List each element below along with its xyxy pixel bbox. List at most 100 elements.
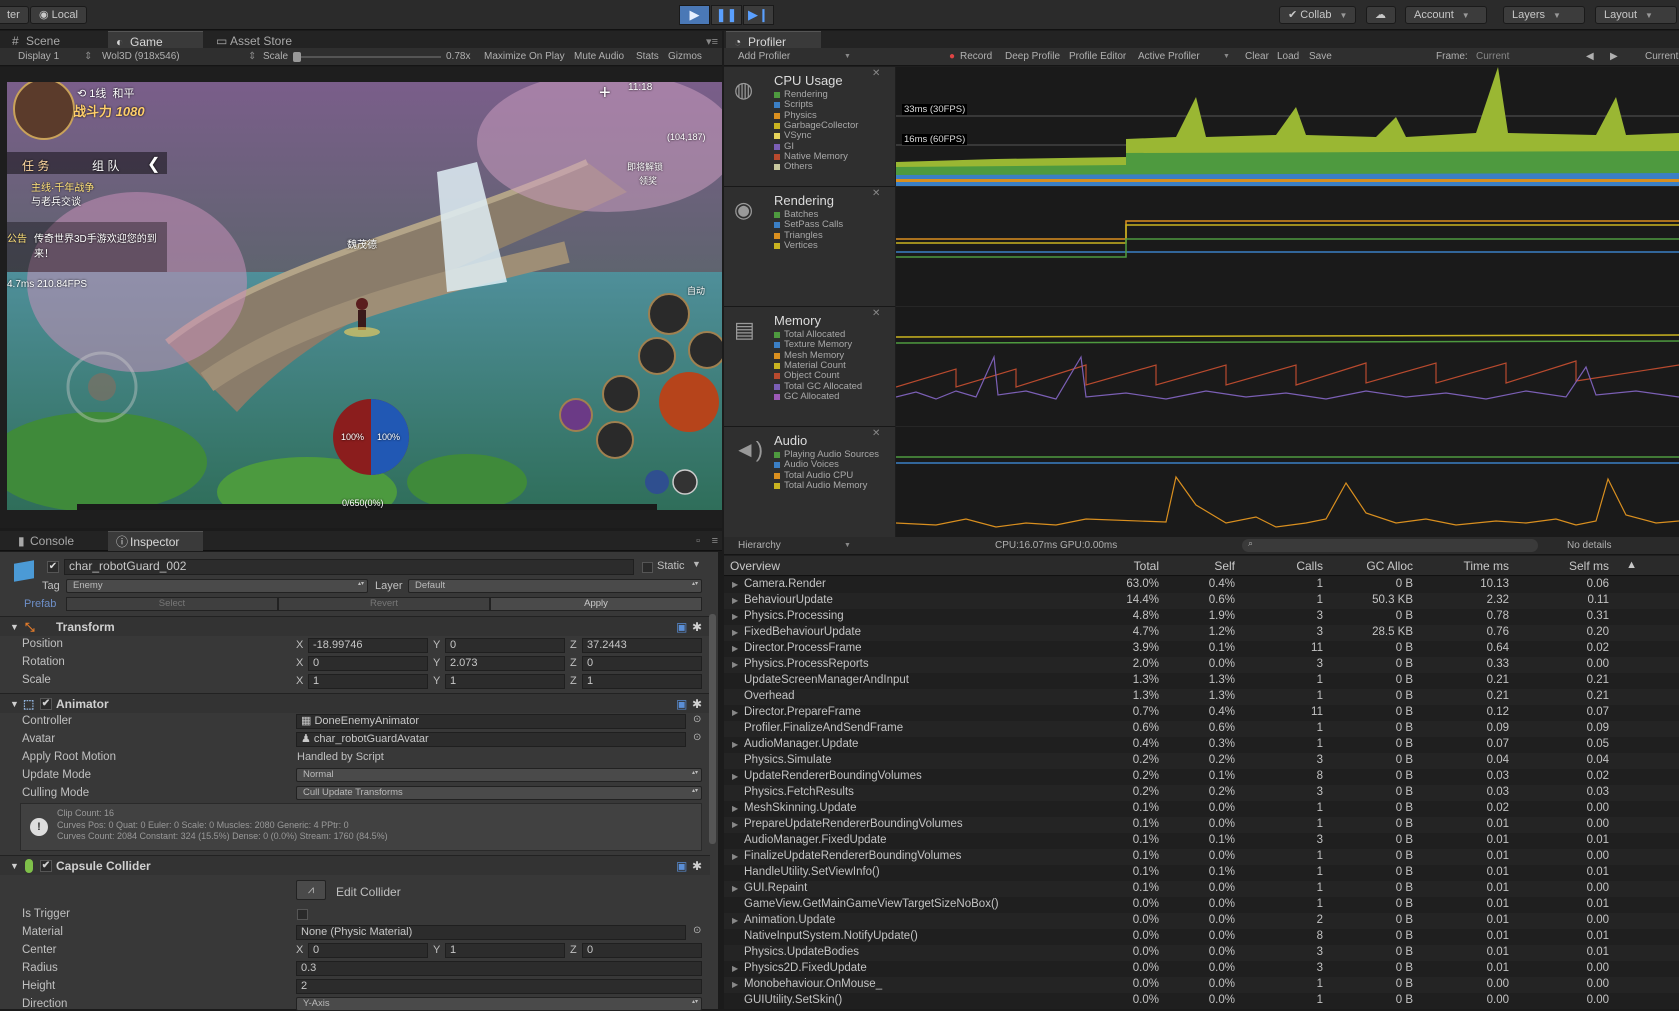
table-row[interactable]: ▶ PrepareUpdateRendererBoundingVolumes 0.1… <box>724 817 1679 833</box>
hierarchy-search-field[interactable]: ⌕ <box>1242 538 1538 552</box>
stats-toggle[interactable]: Stats <box>636 51 659 62</box>
save-button[interactable]: Save <box>1309 51 1332 62</box>
expand-icon[interactable]: ▶ <box>732 820 738 829</box>
position-y-field[interactable]: 0 <box>445 638 565 653</box>
pause-button[interactable]: ❚❚ <box>711 5 742 25</box>
legend-item[interactable]: Total Audio Memory <box>774 480 867 491</box>
lock-icon[interactable]: ▫ <box>696 535 700 547</box>
current-frame-button[interactable]: Current <box>1645 51 1678 62</box>
table-row[interactable]: AudioManager.FixedUpdate 0.1% 0.1% 3 0 B 0.01… <box>724 833 1679 849</box>
table-row[interactable]: ▶ UpdateRendererBoundingVolumes 0.2% 0.1% 8 0… <box>724 769 1679 785</box>
height-field[interactable]: 2 <box>296 979 702 994</box>
collab-button[interactable]: ✔ Collab ▼ <box>1279 6 1357 24</box>
edit-collider-button[interactable]: ⩘ <box>296 880 326 900</box>
controller-field[interactable]: ▦ DoneEnemyAnimator <box>296 714 686 729</box>
scale-slider-handle[interactable] <box>293 52 301 62</box>
is-trigger-checkbox[interactable] <box>297 909 308 920</box>
animator-header[interactable]: ▼ ⬚ ✔ Animator ▣ ✱ <box>0 693 710 713</box>
expand-icon[interactable]: ▶ <box>732 852 738 861</box>
quest-main[interactable]: 主线·千年战争 <box>31 179 94 194</box>
object-picker-icon[interactable]: ⊙ <box>693 714 701 725</box>
table-row[interactable]: ▶ GUI.Repaint 0.1% 0.0% 1 0 B 0.01 0.00 <box>724 881 1679 897</box>
scale-z-field[interactable]: 1 <box>582 674 702 689</box>
rotation-z-field[interactable]: 0 <box>582 656 702 671</box>
table-row[interactable]: GUIUtility.SetSkin() 0.0% 0.0% 1 0 B 0.00 0.00 <box>724 993 1679 1009</box>
expand-icon[interactable]: ▶ <box>732 660 738 669</box>
avatar-field[interactable]: ♟ char_robotGuardAvatar <box>296 732 686 747</box>
next-frame-icon[interactable]: ▶ <box>1610 51 1618 62</box>
col-overview[interactable]: Overview <box>730 559 780 573</box>
step-button[interactable]: ▶❙ <box>743 5 774 25</box>
expand-icon[interactable]: ▶ <box>732 644 738 653</box>
legend-item[interactable]: Others <box>774 161 813 172</box>
expand-icon[interactable]: ▶ <box>732 708 738 717</box>
table-row[interactable]: Physics.UpdateBodies 0.0% 0.0% 3 0 B 0.01 0.01 <box>724 945 1679 961</box>
col-self[interactable]: Self <box>1214 559 1235 573</box>
table-row[interactable]: UpdateScreenManagerAndInput 1.3% 1.3% 1 0 B 0… <box>724 673 1679 689</box>
game-viewport[interactable]: ⟲ 1线 和平 战斗力 1080 11:18 + 任 务 组 队 ❮ 主线·千年… <box>7 82 722 510</box>
profile-editor-toggle[interactable]: Profile Editor <box>1069 51 1126 62</box>
account-button[interactable]: Account ▼ <box>1405 6 1487 24</box>
table-row[interactable]: ▶ Physics.Processing 4.8% 1.9% 3 0 B 0.78 0.31 <box>724 609 1679 625</box>
hierarchy-dropdown[interactable]: Hierarchy <box>738 540 781 551</box>
capsule-collider-header[interactable]: ▼ ✔ Capsule Collider ▣ ✱ <box>0 855 710 875</box>
gear-icon[interactable]: ✱ <box>692 617 702 637</box>
col-self-ms[interactable]: Self ms <box>1569 559 1609 573</box>
quest-tab-team[interactable]: 组 队 <box>92 157 119 174</box>
table-row[interactable]: ▶ MeshSkinning.Update 0.1% 0.0% 1 0 B 0.02 0.00 <box>724 801 1679 817</box>
rendering-graph[interactable] <box>896 187 1679 307</box>
expand-icon[interactable]: ▶ <box>732 980 738 989</box>
apply-button[interactable]: Apply <box>490 597 702 611</box>
details-dropdown[interactable]: No details <box>1567 540 1611 551</box>
table-row[interactable]: NativeInputSystem.NotifyUpdate() 0.0% 0.0%… <box>724 929 1679 945</box>
maximize-on-play-toggle[interactable]: Maximize On Play <box>484 51 565 62</box>
expand-icon[interactable]: ▶ <box>732 964 738 973</box>
help-icon[interactable]: ▣ <box>676 856 687 876</box>
scale-y-field[interactable]: 1 <box>445 674 565 689</box>
gear-icon[interactable]: ✱ <box>692 694 702 714</box>
tab-console[interactable]: ▮ Console <box>8 531 103 551</box>
col-gc-alloc[interactable]: GC Alloc <box>1366 559 1413 573</box>
table-row[interactable]: ▶ Director.PrepareFrame 0.7% 0.4% 11 0 B 0.12 0… <box>724 705 1679 721</box>
table-row[interactable]: ▶ AudioManager.Update 0.4% 0.3% 1 0 B 0.07 0.05 <box>724 737 1679 753</box>
expand-icon[interactable]: ▶ <box>732 884 738 893</box>
help-icon[interactable]: ▣ <box>676 617 687 637</box>
static-dropdown-icon[interactable]: ▼ <box>692 559 701 569</box>
layers-button[interactable]: Layers ▼ <box>1503 6 1585 24</box>
sort-icon[interactable]: ▲ <box>1626 559 1637 571</box>
quest-talk[interactable]: 与老兵交谈 <box>31 193 81 208</box>
rotation-x-field[interactable]: 0 <box>308 656 428 671</box>
table-row[interactable]: Physics.FetchResults 0.2% 0.2% 3 0 B 0.03 0.03 <box>724 785 1679 801</box>
scale-slider[interactable] <box>293 52 441 62</box>
deep-profile-toggle[interactable]: Deep Profile <box>1005 51 1060 62</box>
culling-mode-dropdown[interactable]: Cull Update Transforms <box>296 786 702 800</box>
table-row[interactable]: ▶ Physics2D.FixedUpdate 0.0% 0.0% 3 0 B 0.01 0.… <box>724 961 1679 977</box>
close-icon[interactable]: ✕ <box>872 308 880 319</box>
col-calls[interactable]: Calls <box>1296 559 1323 573</box>
auto-label[interactable]: 自动 <box>687 284 705 297</box>
cloud-button[interactable]: ☁ <box>1366 6 1396 24</box>
mute-audio-toggle[interactable]: Mute Audio <box>574 51 624 62</box>
table-row[interactable]: GameView.GetMainGameViewTargetSizeNoBox(… <box>724 897 1679 913</box>
expand-icon[interactable]: ▶ <box>732 772 738 781</box>
expand-icon[interactable]: ▶ <box>732 628 738 637</box>
expand-icon[interactable]: ▶ <box>732 596 738 605</box>
table-row[interactable]: ▶ FinalizeUpdateRendererBoundingVolumes 0.… <box>724 849 1679 865</box>
position-x-field[interactable]: -18.99746 <box>308 638 428 653</box>
select-button[interactable]: Select <box>66 597 278 611</box>
layout-button[interactable]: Layout ▼ <box>1595 6 1677 24</box>
table-row[interactable]: HandleUtility.SetViewInfo() 0.1% 0.1% 1 0 B 0… <box>724 865 1679 881</box>
active-profiler-dropdown[interactable]: Active Profiler <box>1138 51 1200 62</box>
expand-icon[interactable]: ▶ <box>732 612 738 621</box>
legend-item[interactable]: Vertices <box>774 240 818 251</box>
material-field[interactable]: None (Physic Material) <box>296 925 686 940</box>
table-row[interactable]: ▶ Director.ProcessFrame 3.9% 0.1% 11 0 B 0.64 0… <box>724 641 1679 657</box>
table-row[interactable]: Profiler.FinalizeAndSendFrame 0.6% 0.6% 1 0 … <box>724 721 1679 737</box>
collider-enabled-checkbox[interactable]: ✔ <box>40 860 52 872</box>
table-row[interactable]: ▶ Monobehaviour.OnMouse_ 0.0% 0.0% 1 0 B 0.00 0… <box>724 977 1679 993</box>
table-row[interactable]: ▶ Camera.Render 63.0% 0.4% 1 0 B 10.13 0.06 <box>724 577 1679 593</box>
object-picker-icon[interactable]: ⊙ <box>693 732 701 743</box>
add-profiler-dropdown[interactable]: Add Profiler <box>738 51 790 62</box>
object-picker-icon[interactable]: ⊙ <box>693 925 701 936</box>
col-time-ms[interactable]: Time ms <box>1463 559 1509 573</box>
